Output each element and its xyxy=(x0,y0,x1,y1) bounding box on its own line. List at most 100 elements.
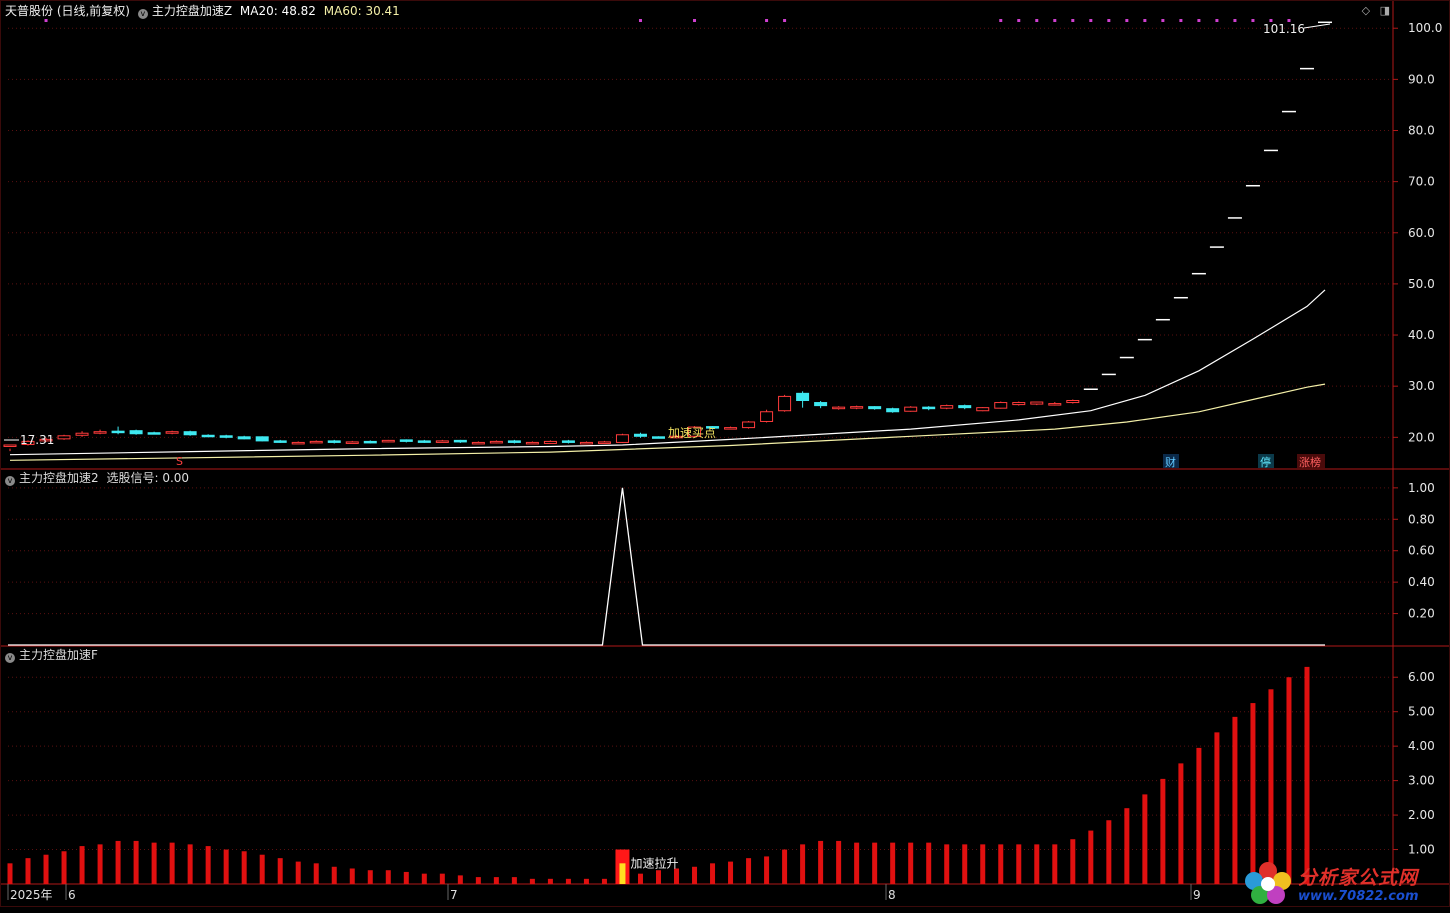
x-tick-label: 6 xyxy=(68,888,76,902)
signal-dot xyxy=(1107,19,1111,22)
panel2-header: v 主力控盘加速2 选股信号: 0.00 xyxy=(5,471,193,486)
candle-body xyxy=(147,432,161,435)
panel2-toggle-icon[interactable]: v xyxy=(5,476,15,486)
accel-bar xyxy=(1214,732,1220,884)
signal-dot xyxy=(1161,19,1165,22)
accel-bar xyxy=(277,858,283,884)
candle-body xyxy=(291,441,305,445)
y-tick-label: 1.00 xyxy=(1408,843,1435,857)
accel-bar xyxy=(61,851,67,884)
y-tick-label: 30.0 xyxy=(1408,379,1435,393)
accel-bar xyxy=(403,871,409,884)
accel-bar xyxy=(1268,689,1274,884)
accel-bar xyxy=(1286,677,1292,884)
candle-body xyxy=(399,439,413,442)
candle-body xyxy=(165,431,179,434)
buy-point-label: 加速买点 xyxy=(668,426,716,440)
candle-body xyxy=(922,406,936,410)
candle-body xyxy=(814,402,828,407)
main-header: 天普股份 (日线,前复权) v 主力控盘加速Z MA20: 48.82 MA60:… xyxy=(5,4,404,19)
accel-bar xyxy=(97,844,103,884)
x-tick-label: 7 xyxy=(450,888,458,902)
x-tick-label: 9 xyxy=(1193,888,1201,902)
candle-body xyxy=(850,406,864,409)
accel-bar xyxy=(655,870,661,884)
accel-bar xyxy=(601,878,607,884)
accel-bar xyxy=(241,851,247,884)
candle-body xyxy=(976,407,990,412)
y-tick-label: 40.0 xyxy=(1408,328,1435,342)
y-tick-label: 0.60 xyxy=(1408,544,1435,558)
candle-body xyxy=(994,402,1008,409)
panel3-toggle-icon[interactable]: v xyxy=(5,653,15,663)
signal-dot xyxy=(1197,19,1201,22)
accel-bar xyxy=(583,878,589,884)
window-icon[interactable]: ◨ xyxy=(1380,4,1390,17)
accel-bar xyxy=(475,877,481,884)
accel-bar xyxy=(25,858,31,884)
candle-body xyxy=(93,431,107,434)
candle-body xyxy=(255,436,269,442)
candle-body xyxy=(435,440,449,443)
accel-bar xyxy=(782,849,788,884)
x-tick-label: 8 xyxy=(888,888,896,902)
panel3-title[interactable]: 主力控盘加速F xyxy=(19,648,98,662)
accel-bar xyxy=(529,878,535,884)
candle-body xyxy=(633,433,647,437)
candle-body xyxy=(507,440,521,443)
signal-dot xyxy=(1125,19,1129,22)
accel-bar xyxy=(962,844,968,884)
candle-body xyxy=(958,405,972,409)
accel-bar xyxy=(367,870,373,884)
panel2-title[interactable]: 主力控盘加速2 xyxy=(19,471,99,485)
signal-dot xyxy=(1215,19,1219,22)
y-tick-label: 1.00 xyxy=(1408,481,1435,495)
signal-dot xyxy=(1053,19,1057,22)
stock-title: 天普股份 (日线,前复权) xyxy=(5,4,130,18)
accel-bar xyxy=(151,842,157,884)
accel-bar xyxy=(43,854,49,884)
indicator-name[interactable]: 主力控盘加速Z xyxy=(152,4,232,18)
accel-bar xyxy=(800,844,806,884)
accel-highlight-core xyxy=(619,863,626,884)
accel-bar xyxy=(764,856,770,884)
accel-bar xyxy=(854,842,860,884)
y-tick-label: 50.0 xyxy=(1408,277,1435,291)
accel-bar xyxy=(692,866,698,884)
accel-bar xyxy=(169,842,175,884)
candle-body xyxy=(237,436,251,440)
candle-body xyxy=(525,441,539,445)
candle-body xyxy=(489,440,503,444)
diamond-icon[interactable]: ◇ xyxy=(1362,4,1370,17)
candle-body xyxy=(183,431,197,436)
y-tick-label: 6.00 xyxy=(1408,670,1435,684)
candle-body xyxy=(75,432,89,436)
accel-bar xyxy=(1034,844,1040,884)
y-tick-label: 0.40 xyxy=(1408,575,1435,589)
candle-body xyxy=(363,440,377,444)
signal-dot xyxy=(1017,19,1021,22)
candle-body xyxy=(111,430,125,434)
candle-body xyxy=(543,440,557,444)
panel2-signal: 选股信号: 0.00 xyxy=(106,471,190,485)
candle-body xyxy=(597,441,611,444)
y-tick-label: 4.00 xyxy=(1408,739,1435,753)
y-tick-label: 2.00 xyxy=(1408,808,1435,822)
candle-body xyxy=(201,434,215,438)
signal-dot xyxy=(999,19,1003,22)
candle-body xyxy=(57,435,71,440)
accel-bar xyxy=(1232,716,1238,884)
y-tick-label: 0.80 xyxy=(1408,512,1435,526)
y-tick-label: 60.0 xyxy=(1408,226,1435,240)
candle-body xyxy=(1048,403,1062,406)
signal-dot xyxy=(1233,19,1237,22)
accel-bar xyxy=(1196,747,1202,884)
candle-body xyxy=(724,427,738,430)
accel-bar xyxy=(998,844,1004,884)
chart-canvas: 20.0 30.0 40.0 50.0 60.0 70.0 80.0 90.0 100.0 0.2… xyxy=(0,0,1450,907)
indicator-toggle-icon[interactable]: v xyxy=(137,9,148,19)
logo-text: 分析家公式网 xyxy=(1298,867,1419,889)
accel-bar xyxy=(836,840,842,884)
top-icons: ◇ ◨ xyxy=(1362,4,1390,17)
y-tick-label: 70.0 xyxy=(1408,175,1435,189)
